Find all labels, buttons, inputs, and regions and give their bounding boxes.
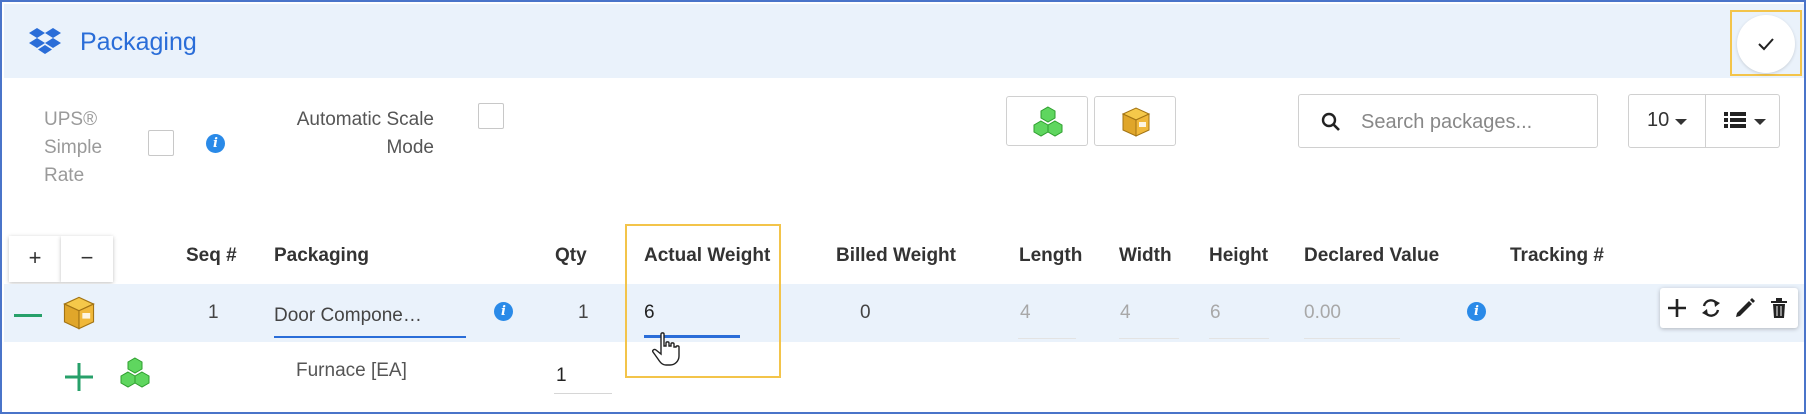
search-icon xyxy=(1321,112,1340,131)
green-boxes-icon xyxy=(1033,106,1063,137)
refresh-button[interactable] xyxy=(1694,288,1728,328)
add-row-button[interactable] xyxy=(1660,288,1694,328)
ups-simple-rate-label: UPS® Simple Rate xyxy=(44,109,103,186)
item-qty-input[interactable] xyxy=(554,358,612,394)
info-icon[interactable]: i xyxy=(1467,302,1486,321)
add-item-icon[interactable] xyxy=(62,360,96,394)
info-icon[interactable]: i xyxy=(494,302,513,321)
column-header-length[interactable]: Length xyxy=(1019,245,1082,267)
edit-icon xyxy=(1736,298,1755,317)
trash-icon xyxy=(1771,298,1787,318)
add-package-button[interactable] xyxy=(1094,96,1176,146)
height-underline xyxy=(1209,338,1269,339)
column-header-billed-weight[interactable]: Billed Weight xyxy=(836,245,956,267)
list-view-icon xyxy=(1724,112,1746,128)
ups-simple-rate-checkbox[interactable] xyxy=(148,130,174,156)
column-header-declared-value[interactable]: Declared Value xyxy=(1304,245,1439,267)
actual-weight-input[interactable] xyxy=(644,298,740,328)
confirm-button[interactable] xyxy=(1730,10,1802,76)
expand-all-button[interactable]: + xyxy=(9,236,61,282)
column-header-width[interactable]: Width xyxy=(1119,245,1172,267)
column-header-height[interactable]: Height xyxy=(1209,245,1268,267)
row-declared-value[interactable]: 0.00 xyxy=(1304,302,1341,324)
yellow-box-icon xyxy=(1121,107,1151,137)
row-qty: 1 xyxy=(578,302,589,323)
add-items-button[interactable] xyxy=(1006,96,1088,146)
page-size-value: 10 xyxy=(1647,109,1670,131)
row-packaging[interactable]: Door Compone… xyxy=(274,305,422,327)
collapse-all-button[interactable]: − xyxy=(61,236,113,282)
check-icon xyxy=(1758,38,1774,51)
refresh-icon xyxy=(1702,299,1720,317)
row-height[interactable]: 6 xyxy=(1210,302,1221,324)
declared-value-underline xyxy=(1304,338,1400,339)
column-header-seq[interactable]: Seq # xyxy=(186,245,237,267)
chevron-down-icon xyxy=(1675,119,1687,125)
packaging-field-underline xyxy=(274,336,466,338)
row-actions xyxy=(1660,288,1798,328)
column-header-qty[interactable]: Qty xyxy=(555,245,587,267)
column-header-actual-weight[interactable]: Actual Weight xyxy=(644,245,770,267)
hand-cursor-icon xyxy=(652,332,680,371)
automatic-scale-mode-label: Automatic Scale Mode xyxy=(296,109,434,158)
info-icon[interactable]: i xyxy=(206,134,225,153)
collapse-row-icon[interactable] xyxy=(14,314,42,317)
search-box xyxy=(1298,94,1598,148)
edit-button[interactable] xyxy=(1728,288,1762,328)
row-seq: 1 xyxy=(208,302,219,323)
column-header-packaging[interactable]: Packaging xyxy=(274,245,369,267)
row-length[interactable]: 4 xyxy=(1020,302,1031,324)
row-width[interactable]: 4 xyxy=(1120,302,1131,324)
automatic-scale-mode-checkbox[interactable] xyxy=(478,103,504,129)
add-icon xyxy=(1668,299,1686,317)
green-boxes-icon xyxy=(118,356,152,395)
column-header-tracking[interactable]: Tracking # xyxy=(1510,245,1604,267)
packaging-panel: Packaging UPS® Simple Rate i Automatic S… xyxy=(0,0,1806,414)
length-underline xyxy=(1018,338,1076,339)
panel-header: Packaging xyxy=(4,4,1804,78)
yellow-box-icon xyxy=(60,294,98,337)
width-underline xyxy=(1119,338,1179,339)
search-input[interactable] xyxy=(1361,107,1587,137)
chevron-down-icon xyxy=(1754,119,1766,125)
delete-button[interactable] xyxy=(1762,288,1796,328)
view-mode-dropdown[interactable] xyxy=(1705,94,1780,148)
item-name: Furnace [EA] xyxy=(296,360,407,381)
dropbox-icon xyxy=(28,26,62,56)
page-size-dropdown[interactable]: 10 xyxy=(1628,94,1706,148)
panel-title: Packaging xyxy=(80,28,197,56)
row-billed-weight: 0 xyxy=(860,302,871,323)
